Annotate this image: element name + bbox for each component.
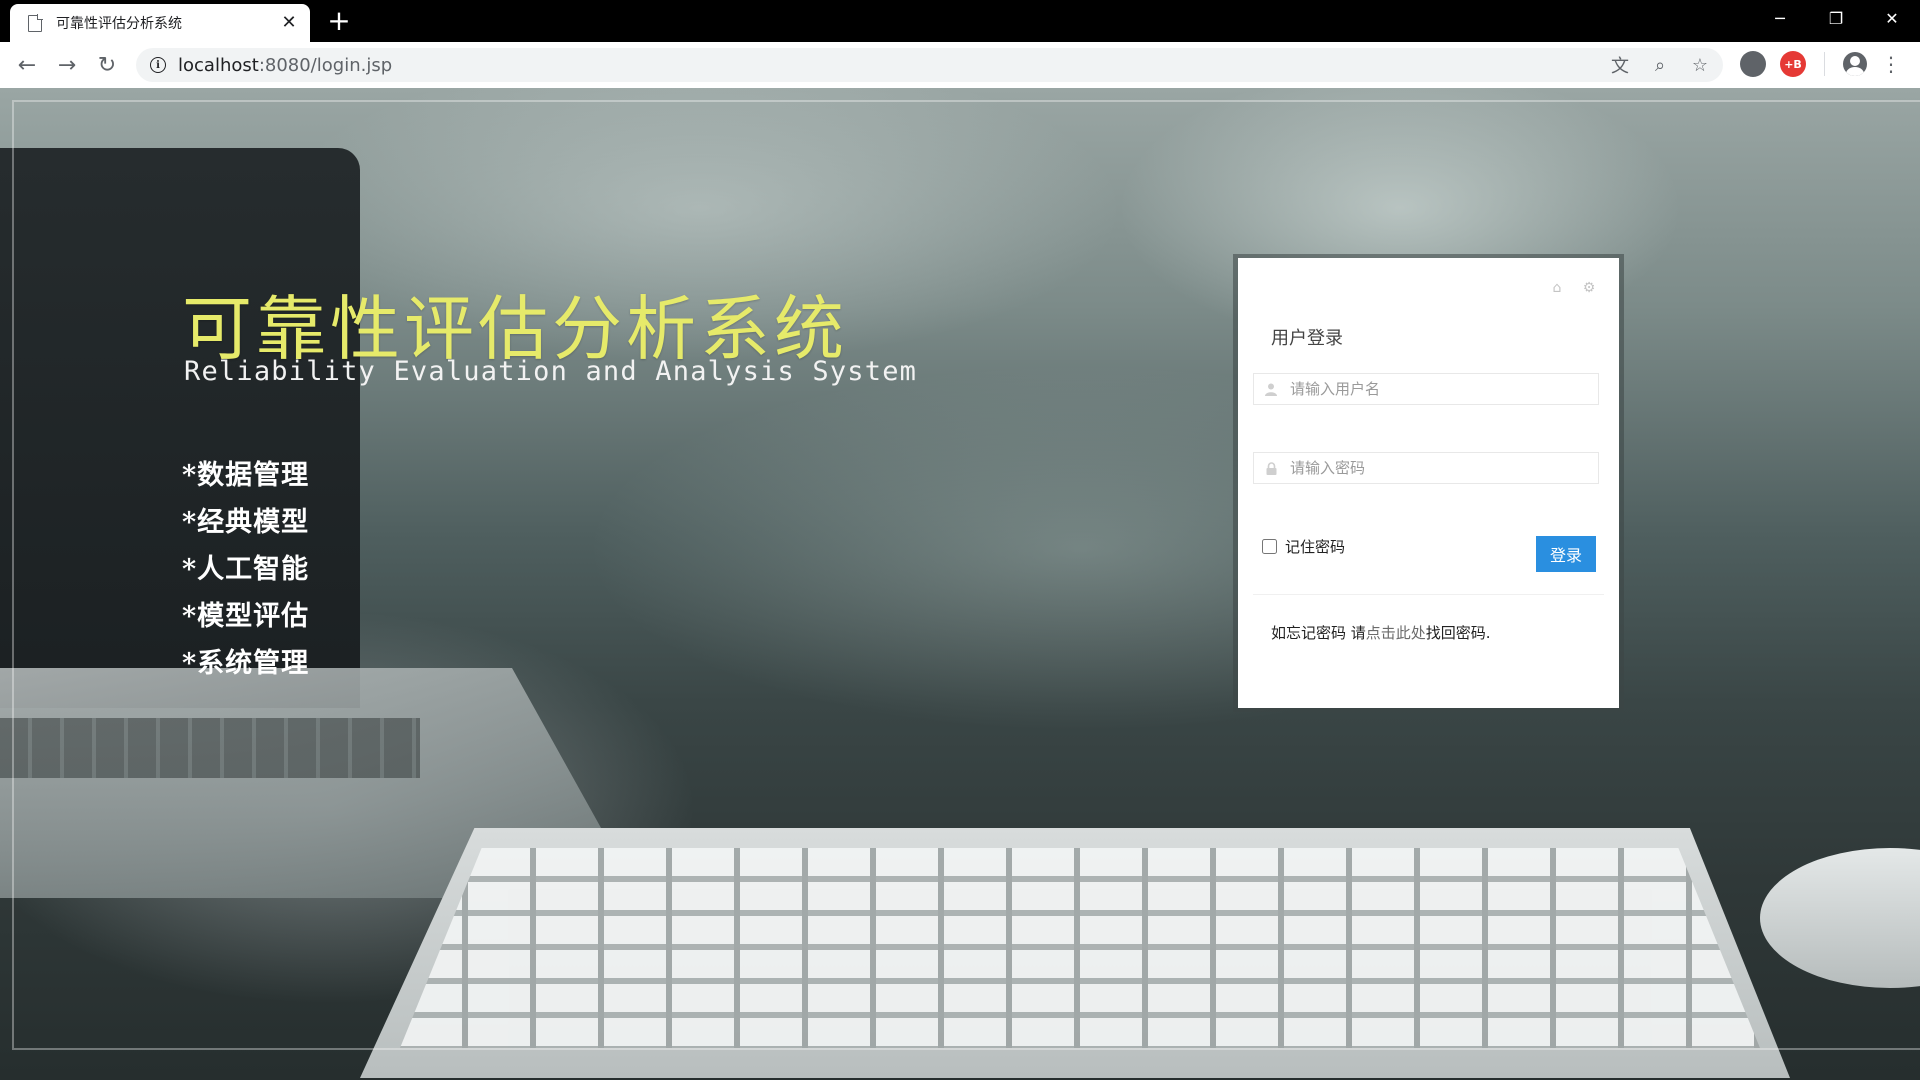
- settings-gear-icon[interactable]: ⚙: [1581, 280, 1597, 296]
- browser-tab[interactable]: 可靠性评估分析系统 ✕: [10, 4, 310, 42]
- page-viewport: 可靠性评估分析系统 Reliability Evaluation and Ana…: [0, 88, 1920, 1080]
- password-input[interactable]: [1284, 453, 1598, 483]
- username-field: [1253, 373, 1599, 405]
- new-tab-button[interactable]: +: [324, 6, 354, 36]
- browser-tabstrip: 可靠性评估分析系统 ✕ + ─ ❐ ✕: [0, 0, 1920, 42]
- remember-password: 记住密码: [1262, 536, 1345, 557]
- login-title: 用户登录: [1271, 328, 1343, 349]
- feature-item: *人工智能: [182, 554, 310, 585]
- extension-icon[interactable]: [1740, 51, 1766, 77]
- forgot-password-text: 如忘记密码 请点击此处找回密码.: [1271, 622, 1491, 643]
- profile-avatar-icon[interactable]: [1843, 52, 1867, 76]
- browser-menu-icon[interactable]: ⋮: [1881, 52, 1901, 76]
- feature-list: *数据管理 *经典模型 *人工智能 *模型评估 *系统管理: [182, 452, 309, 687]
- restore-button[interactable]: ❐: [1808, 0, 1864, 36]
- translate-icon[interactable]: 文: [1609, 54, 1631, 77]
- url-host: localhost: [178, 54, 259, 76]
- forgot-suffix: 找回密码.: [1425, 624, 1491, 642]
- feature-item: *模型评估: [182, 601, 310, 632]
- toolbar-separator: [1824, 52, 1825, 76]
- browser-toolbar: ← → ↻ i localhost:8080/login.jsp 文 ⌕ ☆ +…: [0, 42, 1920, 88]
- site-info-icon[interactable]: i: [150, 57, 166, 73]
- forgot-password-link[interactable]: 点击此处: [1366, 624, 1426, 642]
- home-icon[interactable]: ⌂: [1549, 280, 1565, 296]
- close-window-button[interactable]: ✕: [1864, 0, 1920, 36]
- back-button[interactable]: ←: [12, 50, 42, 80]
- login-panel: ⌂ ⚙ 用户登录 记住密码 登录 如忘记密码 请点击此处找回密码.: [1238, 258, 1619, 708]
- window-controls: ─ ❐ ✕: [1752, 0, 1920, 36]
- forward-button[interactable]: →: [52, 50, 82, 80]
- feature-item: *系统管理: [182, 648, 310, 679]
- password-field: [1253, 452, 1599, 484]
- forgot-prefix: 如忘记密码 请: [1271, 624, 1366, 642]
- login-button[interactable]: 登录: [1536, 536, 1596, 572]
- extension-red-icon[interactable]: +B: [1780, 51, 1806, 77]
- remember-checkbox[interactable]: [1262, 539, 1277, 554]
- user-icon: [1258, 373, 1284, 405]
- lock-icon: [1258, 452, 1284, 484]
- extensions-area: +B ⋮: [1740, 51, 1901, 77]
- zoom-icon[interactable]: ⌕: [1649, 54, 1671, 76]
- bookmark-star-icon[interactable]: ☆: [1689, 54, 1711, 76]
- address-bar[interactable]: i localhost:8080/login.jsp 文 ⌕ ☆: [136, 48, 1723, 82]
- page-icon: [28, 14, 43, 32]
- reload-button[interactable]: ↻: [92, 50, 122, 80]
- login-panel-icons: ⌂ ⚙: [1549, 280, 1597, 296]
- close-tab-icon[interactable]: ✕: [278, 12, 300, 34]
- feature-item: *经典模型: [182, 507, 310, 538]
- username-input[interactable]: [1284, 374, 1598, 404]
- system-subtitle: Reliability Evaluation and Analysis Syst…: [184, 356, 918, 387]
- panel-divider: [1253, 594, 1604, 595]
- remember-label[interactable]: 记住密码: [1285, 536, 1345, 557]
- url-path: :8080/login.jsp: [258, 54, 393, 76]
- feature-item: *数据管理: [182, 460, 310, 491]
- address-bar-actions: 文 ⌕ ☆: [1609, 54, 1711, 78]
- minimize-button[interactable]: ─: [1752, 0, 1808, 36]
- tab-title: 可靠性评估分析系统: [56, 16, 182, 32]
